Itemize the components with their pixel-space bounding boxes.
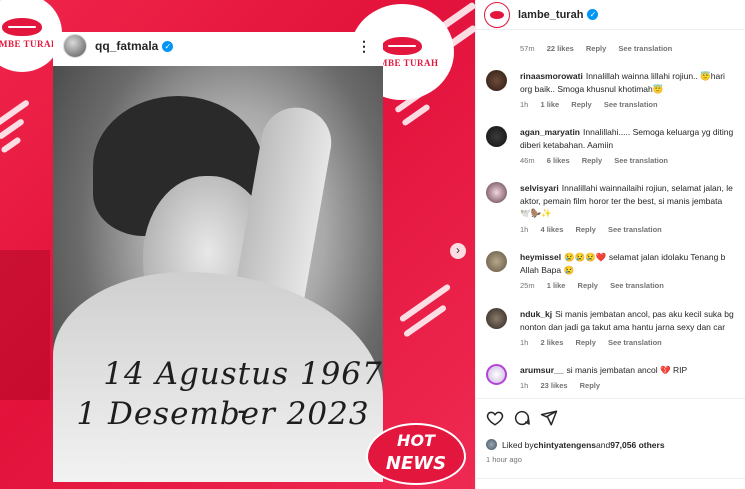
share-icon[interactable]	[540, 409, 558, 427]
next-slide-button[interactable]: ›	[450, 243, 466, 259]
comment-meta: 1h 1 like Reply See translation	[520, 100, 658, 109]
lips-icon	[382, 36, 422, 55]
comment-meta: 1h 4 likes Reply See translation	[520, 225, 662, 234]
comment-icon[interactable]	[513, 409, 531, 427]
post-actions: Liked by chintyatengens and 97,056 other…	[476, 398, 745, 480]
comment-username[interactable]: selvisyari	[520, 183, 559, 193]
avatar[interactable]	[484, 1, 510, 28]
liked-by: Liked by chintyatengens and 97,056 other…	[486, 439, 665, 450]
avatar[interactable]	[486, 251, 507, 272]
lips-icon	[2, 17, 42, 36]
portrait-photo: 14 Agustus 1967 - 1 Desember 2023	[53, 66, 383, 482]
reposted-post-card: qq_fatmala ✓ ⋮ 14 Agustus 1967 - 1 Desem…	[53, 32, 383, 482]
avatar[interactable]	[486, 308, 507, 329]
decor-block	[0, 250, 50, 400]
comments-panel: 57m 22 likes Reply See translation rinaa…	[475, 0, 745, 489]
comment-username[interactable]: nduk_kj	[520, 309, 552, 319]
author-username[interactable]: lambe_turah	[518, 9, 583, 21]
reposted-post-header: qq_fatmala ✓ ⋮	[53, 32, 383, 60]
comment-username[interactable]: arumsur__	[520, 365, 563, 375]
avatar[interactable]	[486, 70, 507, 91]
heart-icon[interactable]	[486, 409, 504, 427]
hot-news-badge: HOT NEWS	[368, 425, 464, 485]
avatar	[486, 439, 497, 450]
reposted-username: qq_fatmala	[95, 39, 159, 53]
post-timestamp: 1 hour ago	[486, 455, 522, 464]
comment-meta: 1h 23 likes Reply	[520, 381, 601, 390]
comment-meta: 46m 6 likes Reply See translation	[520, 156, 669, 165]
comment-username[interactable]: agan_maryatin	[520, 127, 580, 137]
post-media[interactable]: LAMBE TURAH LAMBE TURAH qq_fatmala ✓ ⋮ 1…	[0, 0, 475, 489]
comment-meta: 25m 1 like Reply See translation	[520, 281, 664, 290]
photo-caption-date-end: 1 Desember 2023	[76, 396, 370, 432]
avatar	[63, 34, 87, 58]
add-comment-area[interactable]	[476, 478, 745, 489]
verified-badge-icon: ✓	[587, 9, 599, 20]
verified-badge-icon: ✓	[162, 40, 174, 52]
comment-meta: 57m 22 likes Reply See translation	[520, 44, 673, 53]
decor-stripe	[0, 136, 22, 154]
post-author-header: lambe_turah ✓	[476, 0, 745, 30]
avatar[interactable]	[486, 364, 507, 385]
avatar[interactable]	[486, 182, 507, 203]
lips-icon	[490, 10, 504, 19]
more-options-icon: ⋮	[357, 38, 371, 54]
comment-username[interactable]: rinaasmorowati	[520, 71, 583, 81]
avatar[interactable]	[486, 126, 507, 147]
comment-meta: 1h 2 likes Reply See translation	[520, 338, 662, 347]
comment-username[interactable]: heymissel	[520, 252, 561, 262]
